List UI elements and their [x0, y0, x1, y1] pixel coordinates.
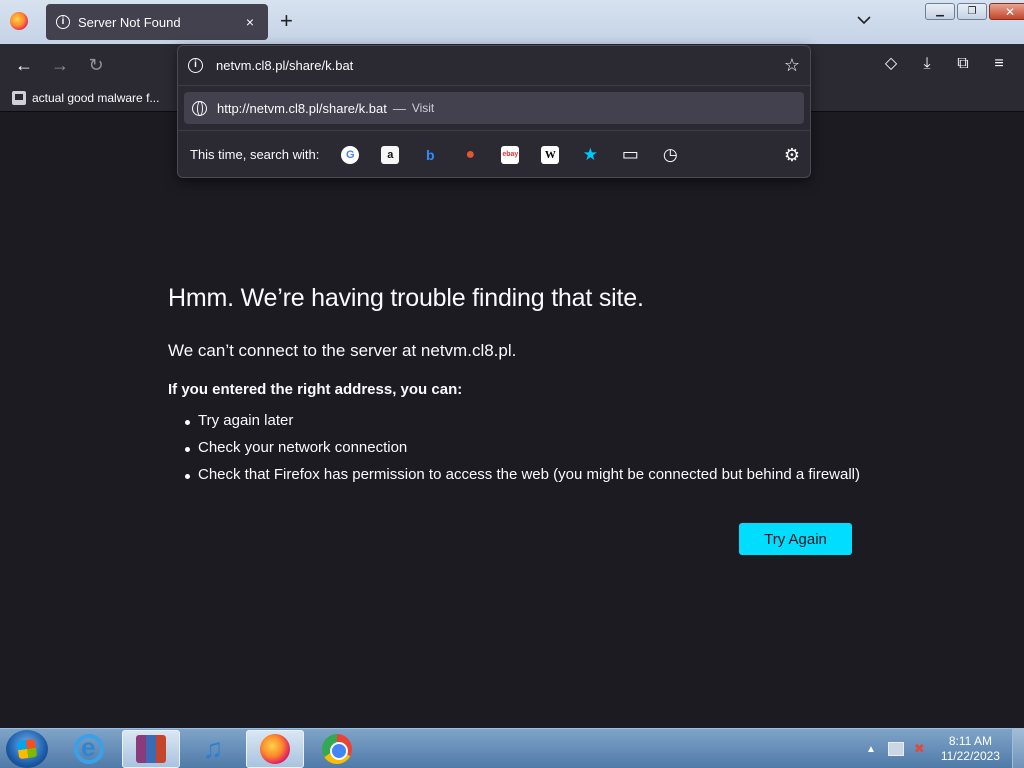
chrome-taskbar-icon[interactable]: [308, 730, 366, 768]
bookmark-item[interactable]: actual good malware f...: [12, 91, 159, 105]
bookmark-favicon-icon: [12, 91, 26, 105]
tab-title: Server Not Found: [78, 14, 181, 30]
list-item: Check that Firefox has permission to acc…: [168, 466, 868, 483]
globe-icon: [192, 100, 207, 116]
search-with-label: This time, search with:: [190, 147, 320, 162]
bookmark-label: actual good malware f...: [32, 91, 160, 105]
ebay-icon[interactable]: ebay: [501, 145, 520, 164]
google-icon[interactable]: G: [341, 145, 360, 164]
url-dropdown-panel: i netvm.cl8.pl/share/k.bat ☆ http://netv…: [177, 45, 811, 178]
address-bar[interactable]: i netvm.cl8.pl/share/k.bat ☆: [178, 46, 810, 86]
show-desktop-button[interactable]: [1012, 729, 1024, 768]
clock-time: 8:11 AM: [948, 734, 992, 748]
menu-icon[interactable]: ≡: [989, 54, 1009, 74]
history-icon[interactable]: ◷: [661, 145, 679, 164]
bookmark-star-icon[interactable]: ☆: [784, 55, 800, 76]
error-title: Hmm. We’re having trouble finding that s…: [168, 284, 644, 312]
reload-button[interactable]: ↻: [85, 54, 107, 76]
url-suggestion-row[interactable]: http://netvm.cl8.pl/share/k.bat — Visit: [184, 92, 804, 124]
info-icon: i: [56, 15, 70, 29]
window-controls: ▁ ❐ ✕: [925, 3, 1024, 20]
action-center-flag-icon[interactable]: ✖: [914, 741, 925, 757]
back-button[interactable]: ←: [13, 54, 35, 76]
network-icon[interactable]: [887, 742, 904, 756]
firefox-taskbar-icon[interactable]: [246, 730, 304, 768]
firefox-app-icon[interactable]: [10, 12, 28, 30]
extensions-icon[interactable]: ⧉: [953, 54, 973, 74]
restore-button[interactable]: ❐: [957, 3, 987, 20]
list-item: Try again later: [168, 412, 868, 429]
error-subheading: If you entered the right address, you ca…: [168, 381, 463, 398]
clock[interactable]: 8:11 AM 11/22/2023: [941, 734, 1000, 764]
site-info-icon[interactable]: i: [188, 58, 203, 73]
show-hidden-icons-icon[interactable]: ▲: [866, 744, 876, 755]
tab-server-not-found[interactable]: i Server Not Found ×: [46, 4, 268, 40]
forward-button[interactable]: →: [49, 54, 71, 76]
clock-date: 11/22/2023: [940, 749, 1000, 763]
winrar-taskbar-icon[interactable]: [122, 730, 180, 768]
system-tray: ▲ ✖ 8:11 AM 11/22/2023: [866, 729, 1000, 768]
wikipedia-icon[interactable]: W: [541, 145, 560, 164]
bookmarks-star-icon[interactable]: ★: [581, 145, 599, 164]
start-button[interactable]: [6, 730, 48, 768]
url-input[interactable]: netvm.cl8.pl/share/k.bat: [216, 58, 784, 73]
tab-list-chevron-icon[interactable]: [856, 12, 872, 28]
suggestion-dash: —: [392, 100, 406, 116]
duckduckgo-icon[interactable]: ●: [461, 146, 479, 164]
amazon-icon[interactable]: a: [381, 145, 400, 164]
new-tab-button[interactable]: +: [280, 10, 293, 32]
internet-explorer-taskbar-icon[interactable]: [60, 730, 118, 768]
itunes-taskbar-icon[interactable]: ♫: [184, 730, 242, 768]
try-again-button[interactable]: Try Again: [739, 523, 852, 555]
minimize-button[interactable]: ▁: [925, 3, 955, 20]
pocket-icon[interactable]: ◇: [881, 54, 901, 74]
title-bar: i Server Not Found × + ▁ ❐ ✕: [0, 0, 1024, 44]
search-settings-gear-icon[interactable]: ⚙: [784, 145, 800, 166]
tabs-icon[interactable]: ▭: [621, 144, 639, 164]
suggestion-action: Visit: [411, 101, 435, 115]
list-item: Check your network connection: [168, 439, 868, 456]
suggestion-url: http://netvm.cl8.pl/share/k.bat: [217, 100, 387, 116]
close-window-button[interactable]: ✕: [989, 3, 1024, 20]
downloads-icon[interactable]: ⤓: [917, 54, 937, 74]
tab-close-icon[interactable]: ×: [242, 14, 258, 30]
windows-taskbar: ♫ ▲ ✖ 8:11 AM 11/22/2023: [0, 728, 1024, 768]
error-page-content: Hmm. We’re having trouble finding that s…: [168, 284, 868, 493]
bing-icon[interactable]: b: [421, 146, 439, 164]
one-off-search-row: This time, search with: G a b ● ebay W ★…: [178, 130, 810, 178]
error-suggestions-list: Try again later Check your network conne…: [168, 412, 868, 483]
error-message: We can’t connect to the server at netvm.…: [168, 341, 517, 360]
